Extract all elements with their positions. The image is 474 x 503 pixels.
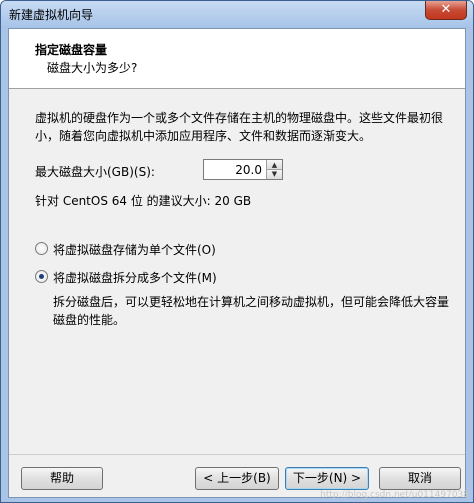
window-title: 新建虚拟机向导: [9, 8, 94, 22]
radio-split-files-label[interactable]: 将虚拟磁盘拆分成多个文件(M): [53, 269, 217, 286]
help-button[interactable]: 帮助: [21, 467, 103, 490]
radio-button[interactable]: [35, 242, 48, 255]
disk-size-input[interactable]: [206, 161, 264, 178]
radio-single-file-label[interactable]: 将虚拟磁盘存储为单个文件(O): [53, 241, 216, 258]
close-button[interactable]: ✕: [425, 1, 467, 20]
page-title: 指定磁盘容量: [35, 43, 108, 57]
spin-down-button[interactable]: ▼: [266, 170, 282, 179]
arrow-up-icon: ▲: [271, 161, 278, 169]
radio-button-checked[interactable]: [35, 270, 48, 283]
dialog-body: 指定磁盘容量 磁盘大小为多少? 虚拟机的硬盘作为一个或多个文件存储在主机的物理磁…: [8, 28, 466, 498]
page-subtitle: 磁盘大小为多少?: [47, 61, 138, 75]
next-button[interactable]: 下一步(N) >: [285, 467, 369, 490]
title-bar[interactable]: 新建虚拟机向导 ✕: [1, 1, 473, 28]
wizard-header: 指定磁盘容量 磁盘大小为多少?: [9, 29, 465, 89]
wizard-window: 新建虚拟机向导 ✕ 指定磁盘容量 磁盘大小为多少? 虚拟机的硬盘作为一个或多个文…: [0, 0, 474, 503]
back-button[interactable]: < 上一步(B): [195, 467, 279, 490]
spin-up-button[interactable]: ▲: [266, 160, 282, 170]
description-text: 虚拟机的硬盘作为一个或多个文件存储在主机的物理磁盘中。这些文件最初很小，随着您向…: [35, 111, 444, 143]
split-note-text: 拆分磁盘后，可以更轻松地在计算机之间移动虚拟机，但可能会降低大容量磁盘的性能。: [53, 295, 450, 327]
cancel-button[interactable]: 取消: [379, 467, 461, 490]
arrow-down-icon: ▼: [271, 170, 278, 178]
watermark-text: http://blog.csdn.net/u011497038: [320, 490, 469, 500]
disk-size-label: 最大磁盘大小(GB)(S):: [35, 165, 155, 179]
disk-size-spinner: ▲ ▼: [203, 159, 283, 180]
recommended-size-text: 针对 CentOS 64 位 的建议大小: 20 GB: [35, 194, 252, 208]
footer-divider: [9, 454, 465, 455]
close-icon: ✕: [440, 2, 452, 17]
